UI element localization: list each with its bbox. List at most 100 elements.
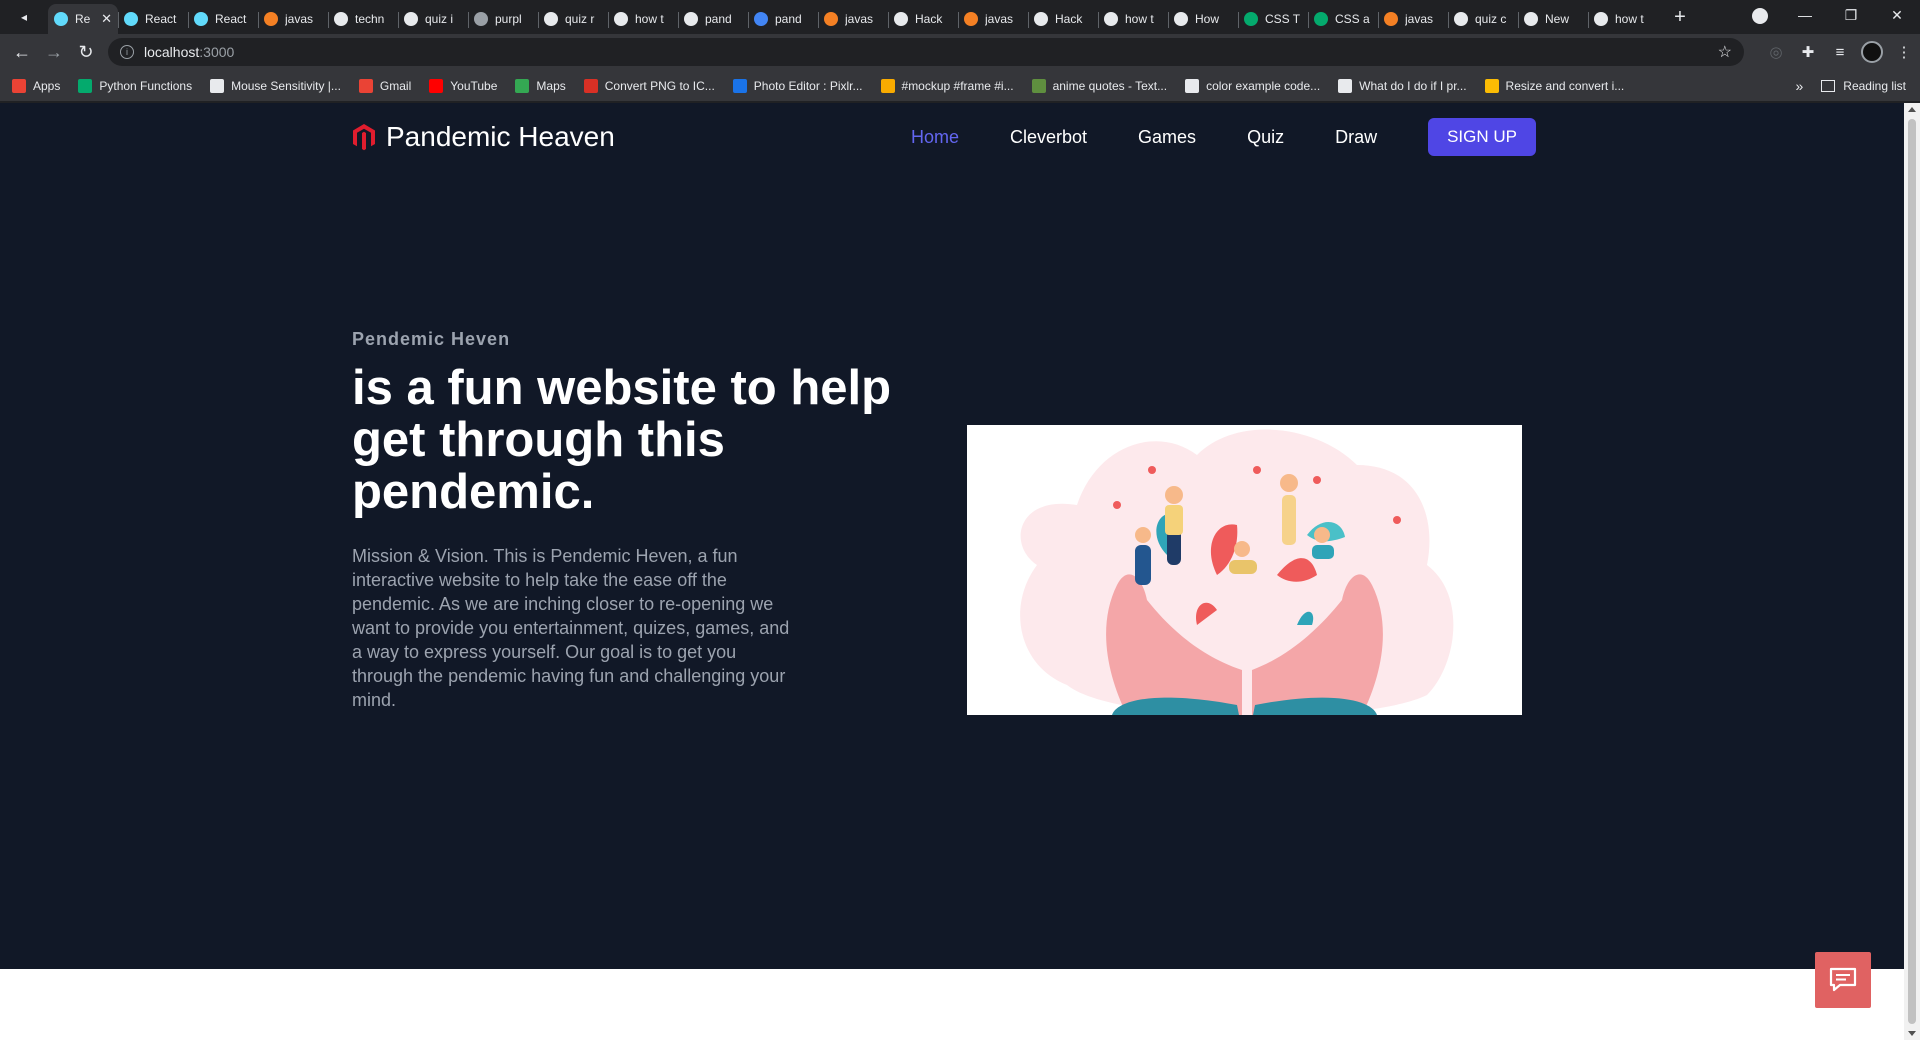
browser-toolbar: ← → ↻ i localhost:3000 ☆ ◎ ✚ ≡ ⋮ [0, 34, 1920, 70]
browser-tab[interactable]: how t [1098, 4, 1168, 34]
browser-tab[interactable]: How [1168, 4, 1238, 34]
bookmark-item[interactable]: Apps [12, 78, 61, 93]
scroll-down-icon[interactable] [1908, 1031, 1916, 1036]
tab-title: New [1545, 12, 1570, 26]
browser-tab[interactable]: pand [678, 4, 748, 34]
tab-title: quiz r [565, 12, 595, 26]
browser-tab[interactable]: New [1518, 4, 1588, 34]
tab-favicon-icon [1314, 12, 1328, 26]
bookmark-item[interactable]: #mockup #frame #i... [880, 78, 1014, 93]
address-bar[interactable]: i localhost:3000 ☆ [108, 38, 1744, 66]
tab-strip: ◂ Re ✕ React React javas techn quiz i purpl quiz… [0, 0, 1920, 34]
bookmark-favicon-icon [1338, 78, 1353, 93]
toolbar-actions: ◎ ✚ ≡ ⋮ [1760, 34, 1920, 70]
nav-links: Home Cleverbot Games Quiz Draw SIGN UP [911, 117, 1536, 157]
bookmark-item[interactable]: Maps [515, 78, 566, 93]
browser-tab[interactable]: quiz r [538, 4, 608, 34]
browser-tab[interactable]: pand [748, 4, 818, 34]
browser-tab[interactable]: how t [608, 4, 678, 34]
tab-favicon-icon [334, 12, 348, 26]
site-logo[interactable]: Pandemic Heaven [352, 121, 615, 153]
nav-games-link[interactable]: Games [1138, 127, 1196, 148]
restore-icon[interactable]: ❐ [1828, 0, 1874, 30]
reload-icon[interactable]: ↻ [70, 36, 102, 68]
site-info-icon[interactable]: i [120, 45, 134, 59]
browser-tab[interactable]: Hack [888, 4, 958, 34]
bookmark-item[interactable]: Resize and convert i... [1484, 78, 1624, 93]
bookmark-favicon-icon [515, 78, 530, 93]
extensions-icon[interactable]: ✚ [1792, 36, 1824, 68]
bookmark-item[interactable]: YouTube [429, 78, 497, 93]
scrollbar-thumb[interactable] [1908, 119, 1916, 1024]
bookmark-item[interactable]: What do I do if I pr... [1338, 78, 1467, 93]
reading-list-button[interactable]: Reading list [1843, 79, 1906, 93]
chat-widget-button[interactable] [1815, 952, 1871, 1008]
hero-description: Mission & Vision. This is Pendemic Heven… [352, 546, 790, 710]
tab-favicon-icon [194, 12, 208, 26]
browser-tab[interactable]: techn [328, 4, 398, 34]
browser-tab[interactable]: React [188, 4, 258, 34]
bookmark-favicon-icon [429, 78, 444, 93]
browser-tab[interactable]: javas [818, 4, 888, 34]
scroll-up-icon[interactable] [1908, 107, 1916, 112]
browser-tab[interactable]: CSS T [1238, 4, 1308, 34]
bookmark-item[interactable]: Convert PNG to IC... [583, 78, 715, 93]
avatar[interactable] [1861, 41, 1883, 63]
browser-tab[interactable]: javas [258, 4, 328, 34]
tab-close-icon[interactable]: ✕ [101, 11, 112, 27]
profile-button[interactable] [1856, 36, 1888, 68]
browser-tab[interactable]: javas [1378, 4, 1448, 34]
bookmark-item[interactable]: Mouse Sensitivity |... [210, 78, 341, 93]
bookmark-favicon-icon [732, 78, 747, 93]
browser-tab[interactable]: CSS a [1308, 4, 1378, 34]
bookmark-label: Apps [33, 78, 61, 93]
browser-tab[interactable]: Hack [1028, 4, 1098, 34]
nav-home-link[interactable]: Home [911, 127, 959, 148]
bookmark-favicon-icon [1031, 78, 1046, 93]
browser-tab[interactable]: quiz i [398, 4, 468, 34]
bookmark-star-icon[interactable]: ☆ [1718, 42, 1732, 62]
tab-title: javas [285, 12, 314, 26]
new-tab-button[interactable]: + [1664, 2, 1696, 32]
reading-queue-icon[interactable]: ≡ [1824, 36, 1856, 68]
media-control-icon[interactable] [1752, 8, 1768, 24]
hands-with-people-illustration [1020, 429, 1454, 715]
page-scrollbar[interactable] [1904, 103, 1920, 1040]
tab-title: pand [705, 12, 732, 26]
minimize-icon[interactable]: — [1782, 0, 1828, 30]
nav-draw-link[interactable]: Draw [1335, 127, 1377, 148]
bookmark-label: Mouse Sensitivity |... [231, 78, 341, 93]
tab-title: javas [845, 12, 874, 26]
bookmark-item[interactable]: Photo Editor : Pixlr... [732, 78, 863, 93]
nav-quiz-link[interactable]: Quiz [1247, 127, 1284, 148]
bookmark-item[interactable]: Gmail [358, 78, 411, 93]
more-bookmarks-icon[interactable]: » [1796, 78, 1804, 94]
bookmark-item[interactable]: anime quotes - Text... [1031, 78, 1168, 93]
browser-tab[interactable]: Re ✕ [48, 4, 118, 34]
page-viewport: Pandemic Heaven Home Cleverbot Games Qui… [0, 103, 1904, 1040]
cast-icon[interactable]: ◎ [1760, 36, 1792, 68]
bookmark-label: anime quotes - Text... [1052, 78, 1168, 93]
tab-favicon-icon [1524, 12, 1538, 26]
tab-favicon-icon [1174, 12, 1188, 26]
next-section [0, 969, 1904, 1040]
close-window-icon[interactable]: ✕ [1874, 0, 1920, 30]
tab-favicon-icon [54, 12, 68, 26]
browser-tab[interactable]: javas [958, 4, 1028, 34]
bookmark-item[interactable]: color example code... [1185, 78, 1320, 93]
browser-tab[interactable]: how t [1588, 4, 1658, 34]
back-icon[interactable]: ← [6, 36, 38, 68]
logo-text: Pandemic Heaven [386, 121, 615, 152]
browser-tab[interactable]: React [118, 4, 188, 34]
nav-cleverbot-link[interactable]: Cleverbot [1010, 127, 1087, 148]
browser-tab[interactable]: quiz c [1448, 4, 1518, 34]
sign-up-button[interactable]: SIGN UP [1428, 118, 1536, 156]
bookmark-label: Maps [536, 78, 566, 93]
bookmark-label: Convert PNG to IC... [604, 78, 715, 93]
tab-search-icon[interactable]: ◂ [0, 0, 48, 34]
menu-icon[interactable]: ⋮ [1888, 36, 1920, 68]
forward-icon[interactable]: → [38, 36, 70, 68]
bookmark-item[interactable]: Python Functions [78, 78, 192, 93]
bookmark-label: What do I do if I pr... [1359, 78, 1467, 93]
browser-tab[interactable]: purpl [468, 4, 538, 34]
